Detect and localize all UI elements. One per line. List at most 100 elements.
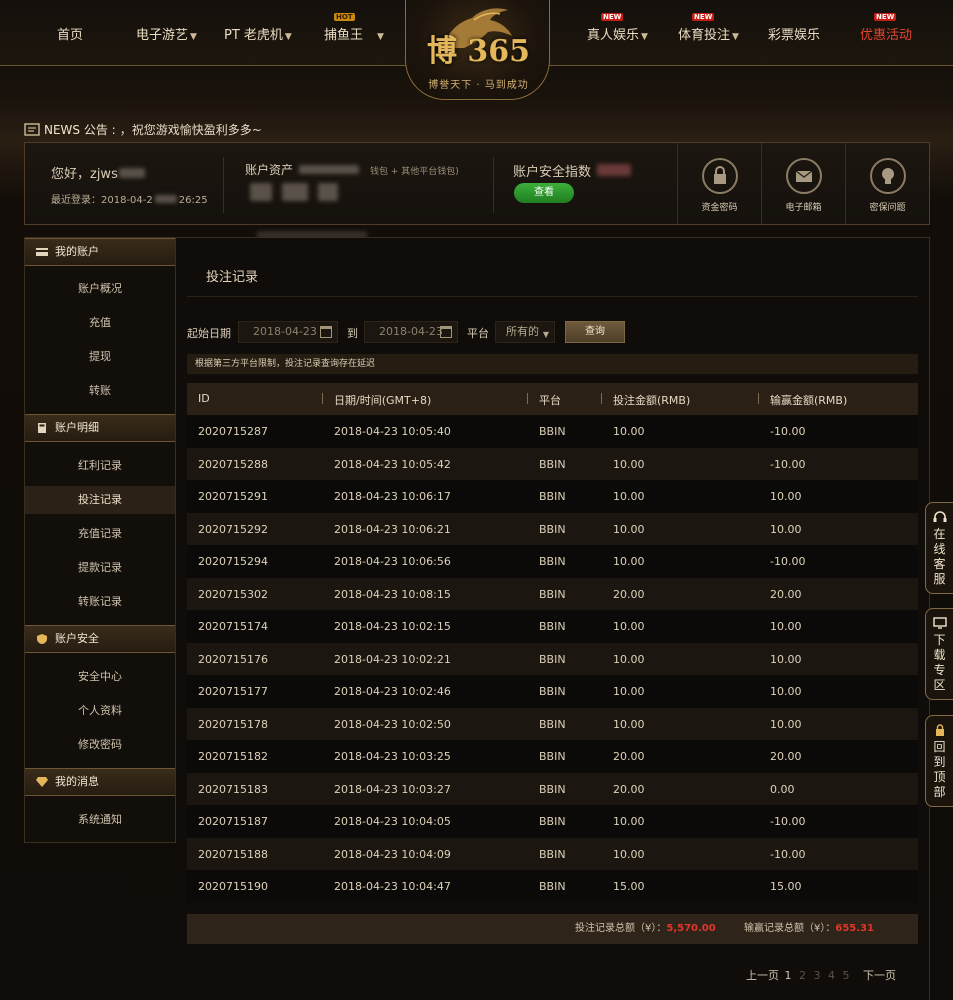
table-row: 2020715302 2018-04-23 10:08:15 BBIN 20.00 20… <box>187 577 918 610</box>
sidebar-item-transfer-records[interactable]: 转账记录 <box>25 588 175 616</box>
cell-bet-amount: 10.00 <box>613 652 645 666</box>
cell-bet-amount: 10.00 <box>613 717 645 731</box>
sidebar-item-change-password[interactable]: 修改密码 <box>25 731 175 759</box>
chevron-down-icon: ▼ <box>542 330 549 339</box>
nav-pt-slots[interactable]: PT 老虎机 ▼ <box>224 24 292 43</box>
table-row: 2020715188 2018-04-23 10:04:09 BBIN 10.00 -1… <box>187 837 918 870</box>
cell-id: 2020715176 <box>198 652 268 666</box>
sidebar-item-withdraw-records[interactable]: 提款记录 <box>25 554 175 582</box>
page-link[interactable]: 5 <box>843 969 850 982</box>
cell-datetime: 2018-04-23 10:06:17 <box>334 490 451 503</box>
cell-bet-amount: 10.00 <box>613 425 645 438</box>
page-link[interactable]: 4 <box>828 969 835 982</box>
cell-win-amount: 10.00 <box>770 685 802 698</box>
cell-datetime: 2018-04-23 10:06:21 <box>334 522 451 536</box>
table-row: 2020715183 2018-04-23 10:03:27 BBIN 20.00 0.… <box>187 772 918 805</box>
float-download[interactable]: 下载专区 <box>925 608 953 700</box>
account-summary: 您好，zjws 最近登录：2018-04-2 26:25 账户资产 钱包 + 其他… <box>24 142 930 239</box>
nav-live-casino-label: 真人娱乐 <box>587 28 640 43</box>
cell-win-amount: 10.00 <box>770 522 802 536</box>
query-button[interactable]: 查询 <box>565 321 625 343</box>
cell-platform: BBIN <box>539 555 566 568</box>
col-win-amount: 输赢金额(RMB) <box>770 394 848 407</box>
page-link[interactable]: 3 <box>814 969 821 982</box>
sidebar-item-bonus-records[interactable]: 红利记录 <box>25 452 175 480</box>
news-text[interactable]: ，祝您游戏愉快盈利多多~ <box>120 121 262 138</box>
sidebar-item-system-notice[interactable]: 系统通知 <box>25 806 175 834</box>
col-bet-amount: 投注金额(RMB) <box>613 394 691 407</box>
prev-page-link[interactable]: 上一页 <box>746 969 779 982</box>
shield-icon <box>37 634 47 644</box>
chevron-down-icon: ▼ <box>377 32 384 42</box>
platform-select[interactable]: 所有的 ▼ <box>495 321 555 343</box>
cell-id: 2020715292 <box>198 522 268 536</box>
cell-win-amount: 10.00 <box>770 490 802 503</box>
table-row: 2020715288 2018-04-23 10:05:42 BBIN 10.00 -1… <box>187 447 918 480</box>
cell-platform: BBIN <box>539 880 566 893</box>
cell-datetime: 2018-04-23 10:02:50 <box>334 717 451 731</box>
sidebar-section-security[interactable]: 账户安全 <box>25 625 175 653</box>
sidebar-item-security-center[interactable]: 安全中心 <box>25 663 175 691</box>
sidebar-item-transfer[interactable]: 转账 <box>25 377 175 405</box>
news-icon <box>24 123 40 136</box>
nav-fishing[interactable]: HOT 捕鱼王 ▼ <box>324 13 384 43</box>
hot-badge: HOT <box>334 13 355 21</box>
sidebar-section-title: 账户安全 <box>55 632 99 645</box>
page-link[interactable]: 1 <box>785 969 792 982</box>
cell-bet-amount: 15.00 <box>613 880 645 893</box>
mail-icon <box>785 158 822 194</box>
cell-id: 2020715183 <box>198 782 268 796</box>
sidebar-item-overview[interactable]: 账户概况 <box>25 275 175 303</box>
float-online-service[interactable]: 在线客服 <box>925 502 953 594</box>
nav-lottery[interactable]: 彩票娱乐 <box>768 24 820 43</box>
sidebar-item-bet-records[interactable]: 投注记录 <box>25 486 175 514</box>
nav-sports-label: 体育投注 <box>678 28 731 43</box>
logo-text: 博 365 <box>426 34 531 69</box>
new-badge: NEW <box>874 13 897 21</box>
sidebar-section-messages[interactable]: 我的消息 <box>25 768 175 796</box>
site-logo[interactable]: 博 365 博誉天下 · 马到成功 <box>405 0 550 100</box>
chevron-down-icon: ▼ <box>190 32 197 42</box>
cell-datetime: 2018-04-23 10:02:46 <box>334 685 451 698</box>
page-link[interactable]: 2 <box>799 969 806 982</box>
cell-id: 2020715294 <box>198 555 268 568</box>
nav-live-casino[interactable]: NEW 真人娱乐 ▼ <box>587 13 648 43</box>
end-date-input[interactable]: 2018-04-23 <box>364 321 458 343</box>
float-back-to-top[interactable]: 回到顶部 <box>925 715 953 807</box>
nav-promotions[interactable]: NEW 优惠活动 <box>860 13 912 43</box>
nav-home[interactable]: 首页 <box>57 24 83 43</box>
nav-pt-slots-label: PT 老虎机 <box>224 28 283 43</box>
diamond-icon <box>36 777 48 787</box>
nav-sports[interactable]: NEW 体育投注 ▼ <box>678 13 739 43</box>
start-date-input[interactable]: 2018-04-23 <box>238 321 338 343</box>
calendar-icon <box>320 326 332 338</box>
sidebar-item-deposit-records[interactable]: 充值记录 <box>25 520 175 548</box>
sidebar-section-details[interactable]: 账户明细 <box>25 414 175 442</box>
sidebar-item-withdraw[interactable]: 提现 <box>25 343 175 371</box>
sidebar-item-deposit[interactable]: 充值 <box>25 309 175 337</box>
cell-id: 2020715190 <box>198 880 268 893</box>
win-total: 输赢记录总额（¥）：655.31 <box>744 923 874 934</box>
balance-value <box>250 183 338 204</box>
next-page-link[interactable]: 下一页 <box>863 969 896 982</box>
account-sidebar: 我的账户 账户概况 充值 提现 转账 账户明细 红利记录 投注记录 充值记录 提… <box>24 237 176 843</box>
nav-egames[interactable]: 电子游艺 ▼ <box>136 24 197 43</box>
pagination: 上一页 1 2 3 4 5 下一页 <box>746 967 896 983</box>
cell-datetime: 2018-04-23 10:03:25 <box>334 750 451 763</box>
calculator-icon <box>38 423 46 433</box>
cell-platform: BBIN <box>539 457 566 471</box>
greeting: 您好，zjws <box>51 163 145 182</box>
view-security-button[interactable]: 查看 <box>514 183 574 203</box>
quick-security-question[interactable]: 密保问题 <box>845 143 929 224</box>
new-badge: NEW <box>601 13 624 21</box>
new-badge: NEW <box>692 13 715 21</box>
sidebar-item-profile[interactable]: 个人资料 <box>25 697 175 725</box>
quick-fund-password[interactable]: 资金密码 <box>677 143 761 224</box>
to-label: 到 <box>347 327 358 340</box>
redacted-security-score <box>597 164 632 176</box>
cell-datetime: 2018-04-23 10:04:05 <box>334 815 451 828</box>
cell-id: 2020715178 <box>198 717 268 731</box>
quick-email[interactable]: 电子邮箱 <box>761 143 845 224</box>
sidebar-section-my-account[interactable]: 我的账户 <box>25 238 175 266</box>
cell-bet-amount: 20.00 <box>613 587 645 601</box>
